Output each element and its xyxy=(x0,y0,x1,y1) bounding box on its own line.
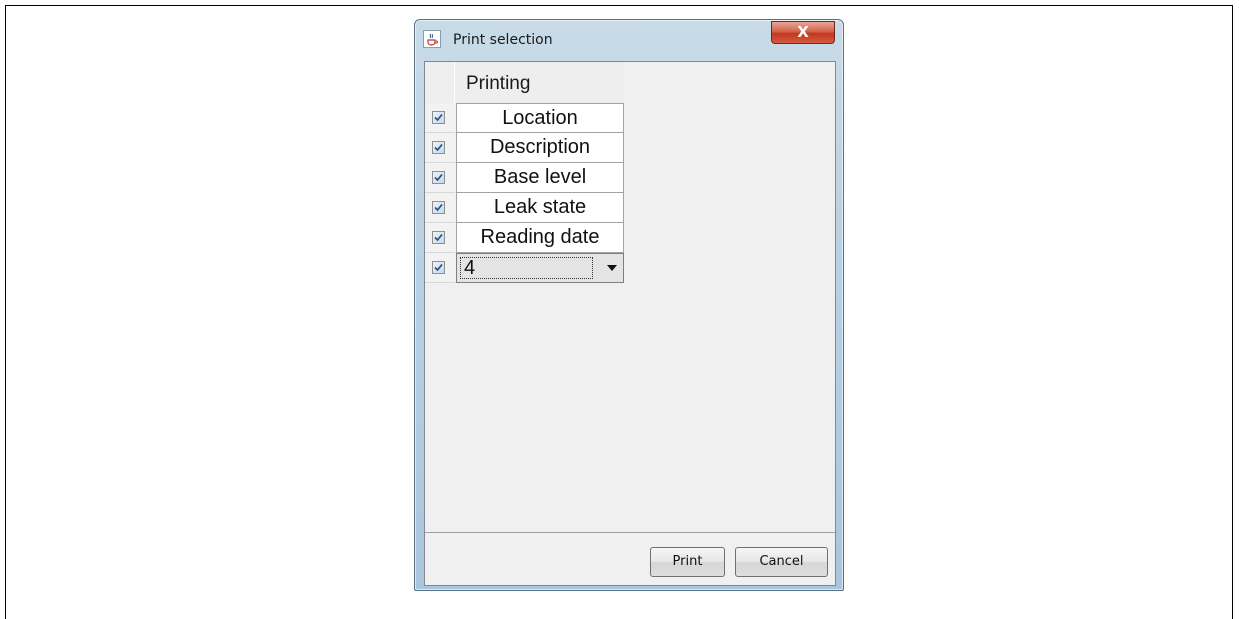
title-bar[interactable]: Print selection X xyxy=(415,20,843,60)
checkbox-cell xyxy=(425,163,455,193)
checkmark-icon xyxy=(434,203,443,212)
table-row: Base level xyxy=(425,163,624,193)
close-icon: X xyxy=(797,23,809,41)
field-name-cell[interactable]: Reading date xyxy=(456,223,624,253)
close-button[interactable]: X xyxy=(771,21,835,44)
table-row: Description xyxy=(425,133,624,163)
checkbox-cell xyxy=(425,253,455,283)
table-header: Printing xyxy=(425,62,624,103)
row-checkbox[interactable] xyxy=(432,171,445,184)
checkmark-icon xyxy=(434,173,443,182)
field-name-cell[interactable]: Location xyxy=(456,103,624,133)
checkmark-icon xyxy=(434,113,443,122)
print-button[interactable]: Print xyxy=(650,547,725,577)
row-checkbox[interactable] xyxy=(432,201,445,214)
checkbox-cell xyxy=(425,133,455,163)
count-combobox[interactable]: 4 xyxy=(456,253,624,283)
checkmark-icon xyxy=(434,143,443,152)
checkmark-icon xyxy=(434,233,443,242)
row-checkbox[interactable] xyxy=(432,141,445,154)
checkmark-icon xyxy=(434,263,443,272)
field-name-cell[interactable]: Description xyxy=(456,133,624,163)
print-selection-dialog: Print selection X Printing Location Desc… xyxy=(414,19,844,591)
chevron-down-icon[interactable] xyxy=(607,265,617,271)
header-printing[interactable]: Printing xyxy=(456,62,624,103)
cancel-button[interactable]: Cancel xyxy=(735,547,828,577)
combobox-value[interactable]: 4 xyxy=(460,257,593,279)
checkbox-cell xyxy=(425,223,455,253)
field-name-cell[interactable]: Leak state xyxy=(456,193,624,223)
row-checkbox[interactable] xyxy=(432,231,445,244)
checkbox-cell xyxy=(425,103,455,133)
table-row: 4 xyxy=(425,253,624,283)
row-checkbox[interactable] xyxy=(432,111,445,124)
table-row: Leak state xyxy=(425,193,624,223)
window-title: Print selection xyxy=(453,32,553,48)
java-cup-icon xyxy=(423,30,441,48)
row-checkbox[interactable] xyxy=(432,261,445,274)
checkbox-cell xyxy=(425,193,455,223)
footer-divider xyxy=(425,532,835,533)
table-row: Location xyxy=(425,103,624,133)
header-checkbox-column xyxy=(425,62,455,103)
field-name-cell[interactable]: Base level xyxy=(456,163,624,193)
dialog-content: Printing Location Description Base level… xyxy=(424,61,836,586)
table-row: Reading date xyxy=(425,223,624,253)
